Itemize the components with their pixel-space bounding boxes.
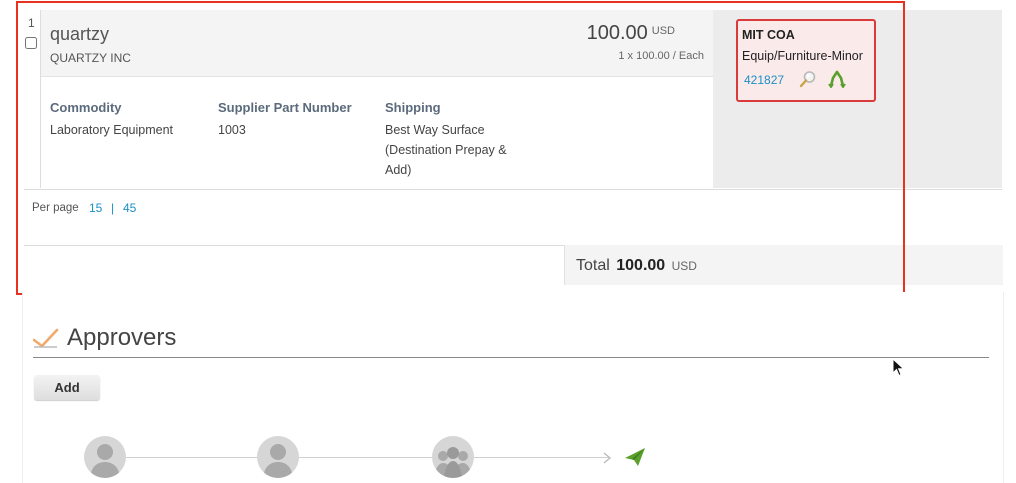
approvers-title: Approvers [67,324,177,351]
approvers-section [22,292,1004,483]
highlight-rectangle [16,1,905,295]
mouse-cursor-icon [892,357,906,383]
chevron-right-icon [602,451,612,469]
paper-plane-icon [624,447,646,472]
add-approver-button[interactable]: Add [34,375,100,400]
approvers-divider [33,357,989,358]
approvers-check-icon [32,327,59,354]
approval-chain-line [120,457,610,458]
group-icon [432,436,474,478]
person-icon [84,436,126,478]
person-icon [257,436,299,478]
